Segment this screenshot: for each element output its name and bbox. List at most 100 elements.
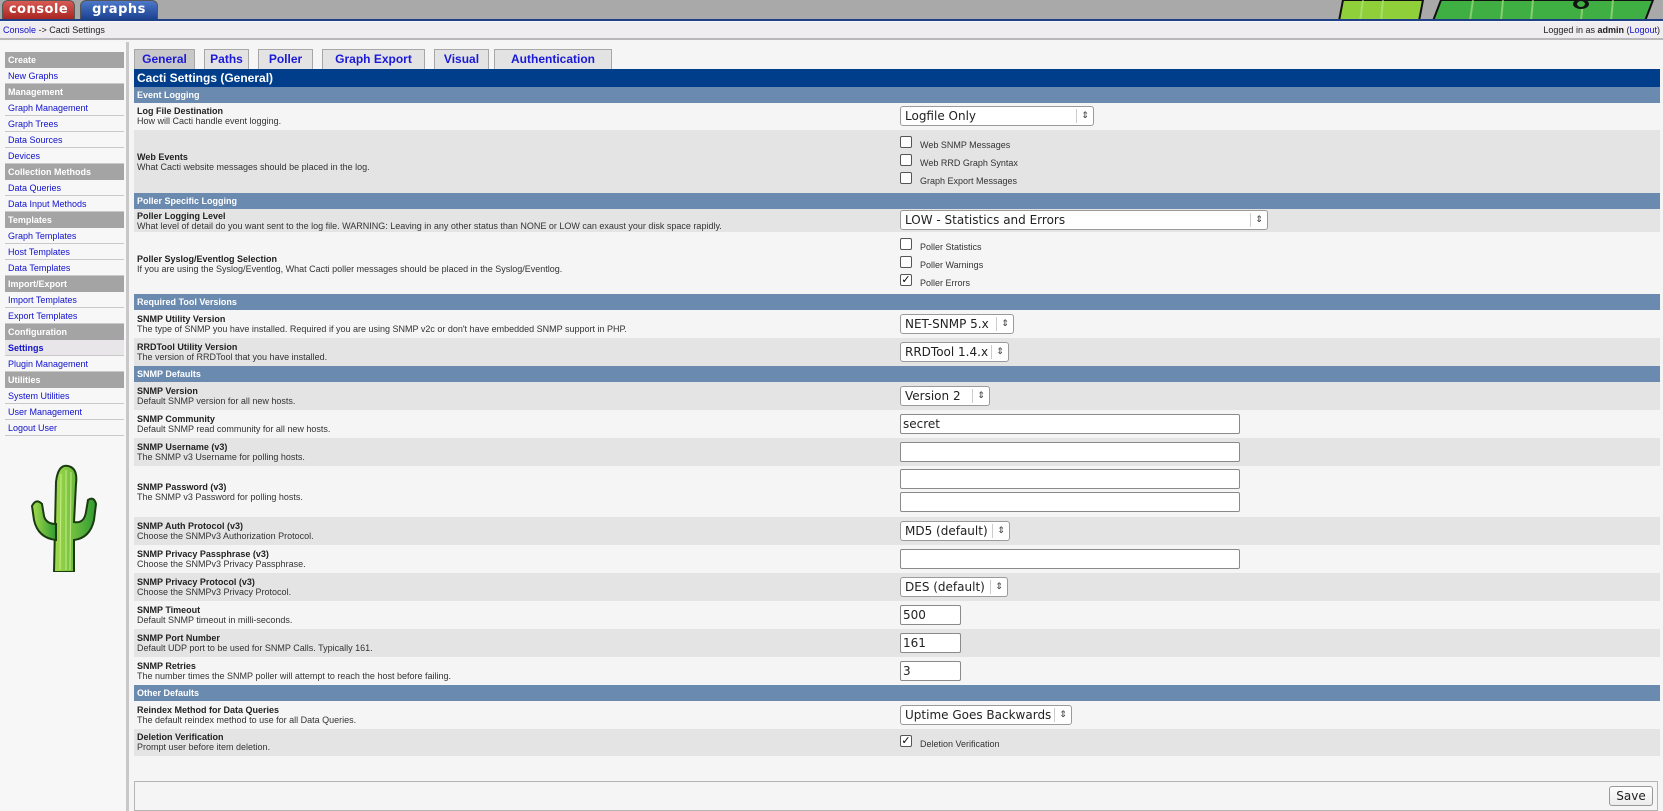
snmp-retries-input[interactable]: 3	[900, 661, 961, 681]
setting-desc: What Cacti website messages should be pl…	[137, 162, 370, 172]
tab-visual[interactable]: Visual	[434, 49, 489, 69]
sidebar-item-new-graphs[interactable]: New Graphs	[5, 68, 124, 84]
setting-snmp-community: SNMP Community Default SNMP read communit…	[134, 410, 1660, 438]
snmp-password-input[interactable]	[900, 469, 1240, 489]
poller-statistics-checkbox[interactable]	[900, 238, 912, 250]
setting-desc: The version of RRDTool that you have ins…	[137, 352, 328, 362]
poller-errors-checkbox[interactable]: ✓	[900, 274, 912, 286]
sidebar-item-label: Graph Management	[8, 103, 89, 113]
select-arrow-icon: ⇕	[992, 524, 1009, 538]
tab-poller[interactable]: Poller	[258, 49, 313, 69]
poller-level-select[interactable]: LOW - Statistics and Errors ⇕	[900, 210, 1268, 230]
snmp-utility-select[interactable]: NET-SNMP 5.x ⇕	[900, 314, 1014, 334]
web-snmp-messages-checkbox[interactable]	[900, 136, 912, 148]
tab-paths[interactable]: Paths	[204, 49, 249, 69]
setting-desc: Default UDP port to be used for SNMP Cal…	[137, 643, 373, 653]
setting-label: SNMP Auth Protocol (v3) Choose the SNMPv3…	[137, 521, 314, 541]
setting-title: SNMP Password (v3)	[137, 482, 227, 492]
login-status: Logged in as admin (Logout)	[1543, 22, 1660, 39]
snmp-password-confirm-input[interactable]	[900, 492, 1240, 512]
sidebar-item-system-utilities[interactable]: System Utilities	[5, 388, 124, 404]
graph-export-messages-checkbox[interactable]	[900, 172, 912, 184]
setting-title: SNMP Timeout	[137, 605, 201, 615]
setting-snmp-version: SNMP Version Default SNMP version for all…	[134, 382, 1660, 410]
sidebar-item-logout-user[interactable]: Logout User	[5, 420, 124, 436]
tab-general[interactable]: General	[134, 49, 195, 69]
sidebar-item-label: Settings	[8, 343, 44, 353]
tab-graph-export[interactable]: Graph Export	[322, 49, 425, 69]
sidebar-item-label: Data Sources	[8, 135, 63, 145]
sidebar-item-import-templates[interactable]: Import Templates	[5, 292, 124, 308]
setting-desc: How will Cacti handle event logging.	[137, 116, 282, 126]
logout-link[interactable]: Logout	[1629, 25, 1657, 35]
sidebar: Create New Graphs Management Graph Manag…	[0, 42, 129, 811]
setting-web-events: Web Events What Cacti website messages sh…	[134, 130, 1660, 193]
snmp-port-input[interactable]: 161	[900, 633, 961, 653]
poller-warnings-option: Poller Warnings	[900, 254, 1100, 272]
log-destination-select[interactable]: Logfile Only ⇕	[900, 106, 1094, 126]
rrdtool-version-select[interactable]: RRDTool 1.4.x ⇕	[900, 342, 1009, 362]
panel-title: Cacti Settings (General)	[134, 69, 1660, 87]
poller-warnings-checkbox[interactable]	[900, 256, 912, 268]
setting-snmp-utility: SNMP Utility Version The type of SNMP you…	[134, 310, 1660, 338]
sidebar-item-devices[interactable]: Devices	[5, 148, 124, 164]
cactus-banner-icon	[1323, 0, 1663, 19]
sidebar-item-label: Logout User	[8, 423, 58, 433]
sidebar-item-export-templates[interactable]: Export Templates	[5, 308, 124, 324]
sidebar-item-host-templates[interactable]: Host Templates	[5, 244, 124, 260]
snmp-version-select[interactable]: Version 2 ⇕	[900, 386, 990, 406]
sidebar-item-data-input-methods[interactable]: Data Input Methods	[5, 196, 124, 212]
sidebar-header-import-export: Import/Export	[5, 276, 124, 292]
breadcrumb-console-link[interactable]: Console	[3, 25, 36, 35]
save-button[interactable]: Save	[1609, 786, 1653, 806]
top-nav-bar: console graphs	[0, 0, 1663, 21]
sidebar-item-user-management[interactable]: User Management	[5, 404, 124, 420]
snmp-auth-protocol-select[interactable]: MD5 (default) ⇕	[900, 521, 1010, 541]
checkbox-label: Poller Statistics	[920, 242, 982, 252]
setting-desc: Choose the SNMPv3 Privacy Passphrase.	[137, 559, 306, 569]
web-rrd-graph-syntax-checkbox[interactable]	[900, 154, 912, 166]
sidebar-item-data-queries[interactable]: Data Queries	[5, 180, 124, 196]
snmp-timeout-input[interactable]: 500	[900, 605, 961, 625]
sidebar-item-settings[interactable]: Settings	[5, 340, 124, 356]
setting-label: SNMP Password (v3) The SNMP v3 Password f…	[137, 482, 303, 502]
select-value: DES (default)	[905, 580, 985, 594]
logout-paren-close: )	[1657, 25, 1660, 35]
deletion-verification-checkbox[interactable]: ✓	[900, 735, 912, 747]
setting-title: SNMP Retries	[137, 661, 196, 671]
setting-label: Deletion Verification Prompt user before …	[137, 732, 270, 752]
sidebar-item-graph-trees[interactable]: Graph Trees	[5, 116, 124, 132]
graph-export-messages-option: Graph Export Messages	[900, 170, 1100, 188]
cactus-logo-icon	[30, 464, 98, 572]
tab-graphs[interactable]: graphs	[80, 0, 158, 19]
snmp-privacy-protocol-select[interactable]: DES (default) ⇕	[900, 577, 1008, 597]
sidebar-item-label: Data Queries	[8, 183, 62, 193]
sidebar-header-create: Create	[5, 52, 124, 68]
setting-title: Poller Logging Level	[137, 211, 226, 221]
sidebar-item-plugin-management[interactable]: Plugin Management	[5, 356, 124, 372]
save-bar: Save	[134, 781, 1658, 811]
sidebar-item-data-templates[interactable]: Data Templates	[5, 260, 124, 276]
sidebar-item-graph-management[interactable]: Graph Management	[5, 100, 124, 116]
select-arrow-icon: ⇕	[1250, 213, 1267, 227]
reindex-method-select[interactable]: Uptime Goes Backwards ⇕	[900, 705, 1072, 725]
setting-title: SNMP Port Number	[137, 633, 220, 643]
setting-title: SNMP Community	[137, 414, 215, 424]
sidebar-item-graph-templates[interactable]: Graph Templates	[5, 228, 124, 244]
sidebar-item-data-sources[interactable]: Data Sources	[5, 132, 124, 148]
sidebar-item-label: Data Templates	[8, 263, 71, 273]
select-value: LOW - Statistics and Errors	[905, 213, 1066, 227]
setting-desc: Choose the SNMPv3 Authorization Protocol…	[137, 531, 314, 541]
sidebar-header-utilities: Utilities	[5, 372, 124, 388]
setting-desc: Choose the SNMPv3 Privacy Protocol.	[137, 587, 292, 597]
snmp-privacy-passphrase-input[interactable]	[900, 549, 1240, 569]
setting-label: SNMP Community Default SNMP read communit…	[137, 414, 330, 434]
tab-console[interactable]: console	[2, 0, 75, 19]
checkbox-label: Poller Errors	[920, 278, 971, 288]
snmp-community-input[interactable]: secret	[900, 414, 1240, 434]
snmp-username-input[interactable]	[900, 442, 1240, 462]
select-value: Version 2	[905, 389, 961, 403]
tab-authentication[interactable]: Authentication	[494, 49, 612, 69]
setting-title: SNMP Privacy Passphrase (v3)	[137, 549, 269, 559]
setting-snmp-retries: SNMP Retries The number times the SNMP po…	[134, 657, 1660, 685]
